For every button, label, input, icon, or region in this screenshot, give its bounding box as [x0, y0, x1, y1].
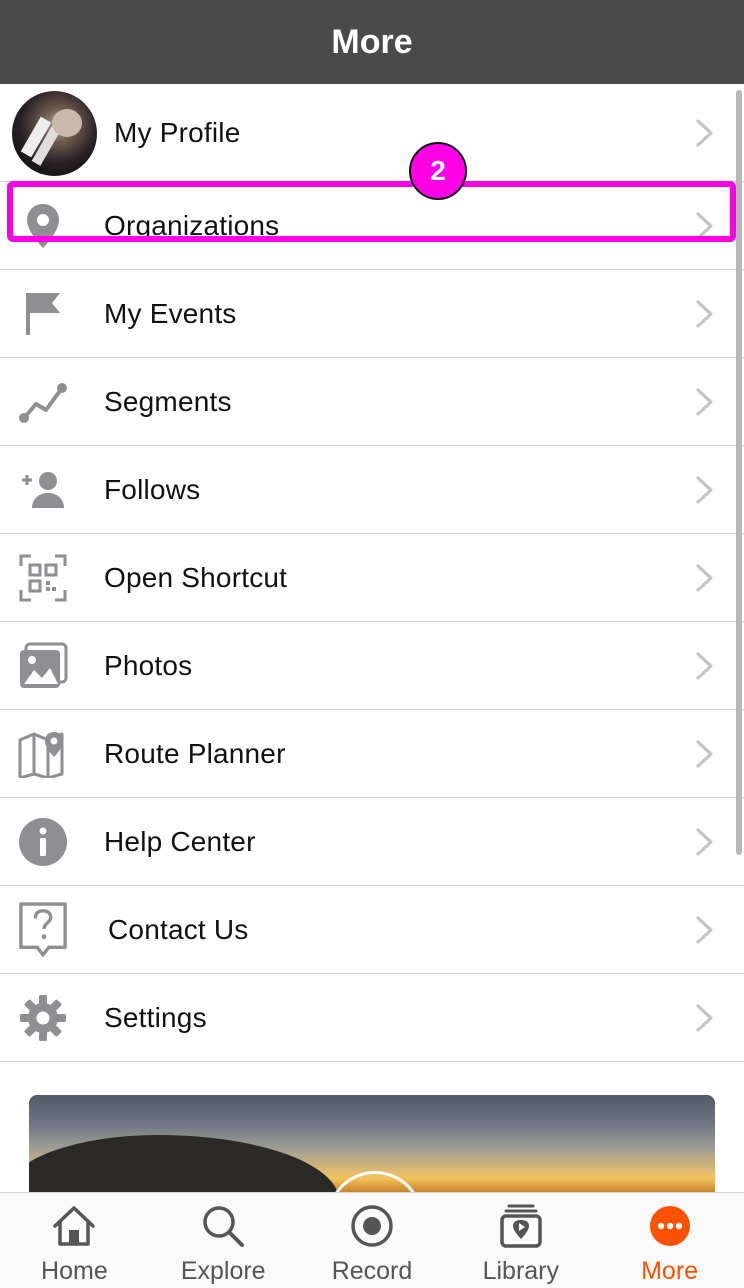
- location-pin-icon: [18, 201, 68, 251]
- menu-item-label: Photos: [104, 649, 193, 681]
- chevron-right-icon: [696, 827, 713, 856]
- menu-item-label: My Events: [104, 297, 237, 329]
- menu-item-open-shortcut[interactable]: Open Shortcut: [0, 534, 744, 622]
- chevron-right-icon: [696, 211, 713, 240]
- home-icon: [51, 1203, 97, 1249]
- chevron-right-icon: [696, 1003, 713, 1032]
- menu-item-route-planner[interactable]: Route Planner: [0, 710, 744, 798]
- scrollbar[interactable]: [736, 90, 742, 855]
- tab-label: Record: [331, 1257, 413, 1285]
- menu-item-label: Segments: [104, 385, 232, 417]
- flag-icon: [18, 289, 68, 339]
- tab-record[interactable]: Record: [298, 1193, 447, 1288]
- menu-list: My Profile Organizations My Events Segme…: [0, 84, 744, 1062]
- question-bubble-icon: [18, 901, 68, 957]
- menu-item-label: Organizations: [104, 209, 280, 241]
- more-icon: [647, 1203, 693, 1249]
- avatar: [12, 91, 97, 176]
- menu-item-label: Contact Us: [108, 913, 249, 945]
- menu-item-photos[interactable]: Photos: [0, 622, 744, 710]
- menu-item-label: Open Shortcut: [104, 561, 288, 593]
- menu-item-my-events[interactable]: My Events: [0, 270, 744, 358]
- menu-item-label: Help Center: [104, 825, 256, 857]
- chevron-right-icon: [696, 651, 713, 680]
- tab-explore[interactable]: Explore: [149, 1193, 298, 1288]
- chevron-right-icon: [696, 475, 713, 504]
- menu-item-label: Follows: [104, 473, 201, 505]
- photos-icon: [18, 641, 68, 691]
- chevron-right-icon: [696, 118, 713, 147]
- menu-item-settings[interactable]: Settings: [0, 974, 744, 1062]
- menu-item-help-center[interactable]: Help Center: [0, 798, 744, 886]
- tab-label: More: [641, 1257, 699, 1285]
- tab-home[interactable]: Home: [0, 1193, 149, 1288]
- menu-item-label: My Profile: [114, 116, 241, 148]
- page-title: More: [331, 22, 413, 61]
- tab-label: Library: [482, 1257, 559, 1285]
- header-bar: More: [0, 0, 744, 84]
- tab-bar: Home Explore Record Library More: [0, 1192, 744, 1288]
- segments-icon: [18, 377, 68, 427]
- qr-code-icon: [18, 553, 68, 603]
- menu-item-label: Route Planner: [104, 737, 286, 769]
- menu-item-contact-us[interactable]: Contact Us: [0, 886, 744, 974]
- add-person-icon: [18, 465, 68, 515]
- chevron-right-icon: [696, 915, 713, 944]
- chevron-right-icon: [696, 299, 713, 328]
- gear-icon: [18, 993, 68, 1043]
- menu-item-my-profile[interactable]: My Profile: [0, 84, 744, 182]
- menu-item-follows[interactable]: Follows: [0, 446, 744, 534]
- chevron-right-icon: [696, 739, 713, 768]
- tab-library[interactable]: Library: [446, 1193, 595, 1288]
- map-pin-icon: [18, 729, 68, 779]
- annotation-step-badge: 2: [409, 142, 467, 200]
- search-icon: [200, 1203, 246, 1249]
- chevron-right-icon: [696, 387, 713, 416]
- tab-label: Home: [41, 1257, 108, 1285]
- tab-label: Explore: [180, 1257, 266, 1285]
- menu-item-label: Settings: [104, 1001, 207, 1033]
- menu-item-segments[interactable]: Segments: [0, 358, 744, 446]
- chevron-right-icon: [696, 563, 713, 592]
- record-icon: [349, 1203, 395, 1249]
- info-icon: [18, 817, 68, 867]
- menu-item-organizations[interactable]: Organizations: [0, 182, 744, 270]
- library-icon: [498, 1203, 544, 1249]
- tab-more[interactable]: More: [595, 1193, 744, 1288]
